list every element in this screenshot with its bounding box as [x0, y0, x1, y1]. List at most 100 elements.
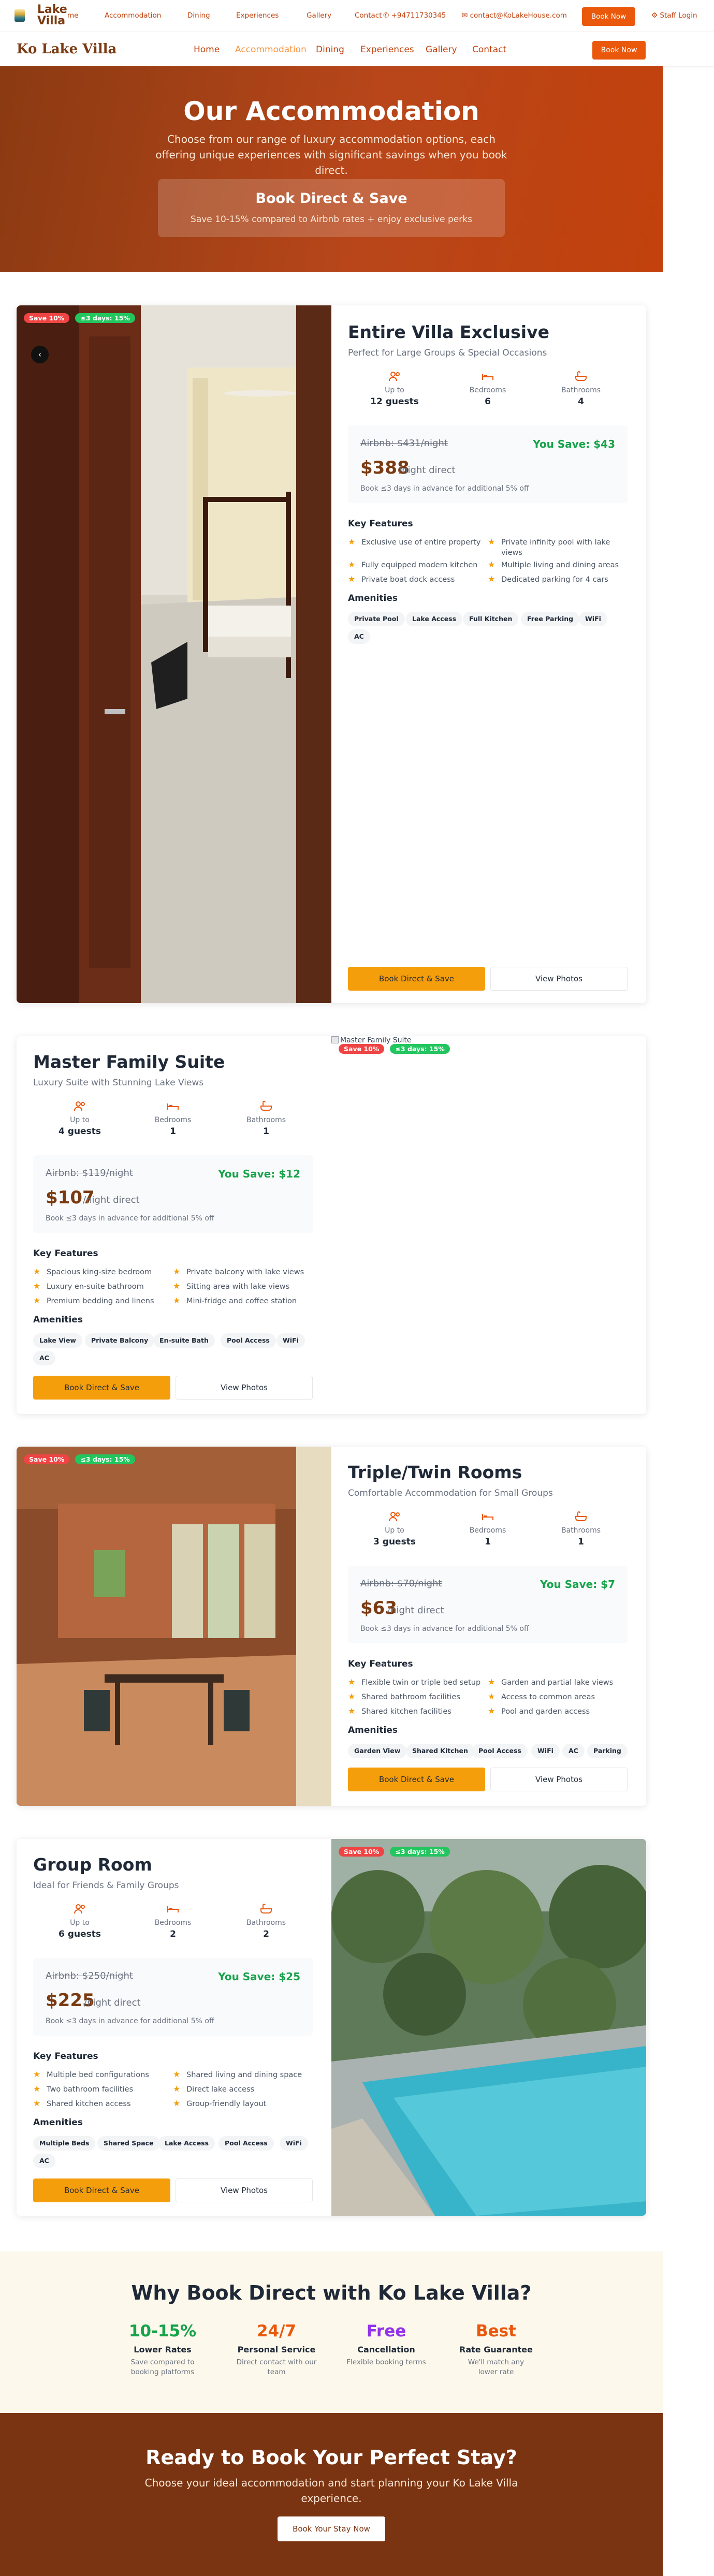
nav-link-dining[interactable]: Dining	[316, 45, 344, 55]
book-direct-button[interactable]: Book Direct & Save	[348, 1768, 485, 1791]
benefit-value: 24/7	[256, 2322, 297, 2341]
view-photos-button[interactable]: View Photos	[490, 1768, 628, 1791]
book-stay-button[interactable]: Book Your Stay Now	[278, 2516, 385, 2541]
book-direct-button[interactable]: Book Direct & Save	[33, 2178, 170, 2202]
bedrooms-stat: Bedrooms 1	[441, 1510, 534, 1547]
discount-badges: Save 10% ≤3 days: 15%	[24, 313, 138, 323]
phone-link[interactable]: ✆ +94711730345	[383, 11, 446, 20]
room-photo[interactable]: Master Family Suite Save 10% ≤3 days: 15…	[331, 1036, 646, 1414]
bedrooms-label: Bedrooms	[469, 1526, 506, 1535]
feature-item: ★ Shared living and dining space	[173, 2069, 302, 2080]
nav-link-experiences[interactable]: Experiences	[360, 45, 414, 55]
savings-amount: You Save: $12	[218, 1168, 300, 1180]
price-box: Airbnb: $70/night You Save: $7 $63 /nigh…	[348, 1566, 628, 1643]
staff-login-link[interactable]: ⚙ Staff Login	[651, 11, 697, 20]
feature-item: ★ Garden and partial lake views	[488, 1677, 614, 1687]
nav-link-contact[interactable]: Contact	[472, 45, 506, 55]
utility-link-contact[interactable]: Contact	[355, 11, 382, 20]
bed-icon	[167, 1906, 179, 1912]
discount-badges: Save 10% ≤3 days: 15%	[24, 1454, 138, 1464]
utility-link-accommodation[interactable]: Accommodation	[105, 11, 161, 20]
bathrooms-label: Bathrooms	[561, 386, 601, 394]
utility-link-home[interactable]: me	[67, 11, 78, 20]
amenity-chip: Shared Space	[97, 2136, 160, 2151]
utility-link-gallery[interactable]: Gallery	[307, 11, 331, 20]
star-icon: ★	[33, 1296, 41, 1305]
advance-note: Book ≤3 days in advance for additional 5…	[46, 1214, 214, 1223]
hero-subtitle: Choose from our range of luxury accommod…	[155, 133, 507, 176]
key-features-heading: Key Features	[348, 519, 413, 529]
benefit-label: Personal Service	[237, 2345, 316, 2354]
nav-link-gallery[interactable]: Gallery	[426, 45, 457, 55]
feature-item: ★ Premium bedding and linens	[33, 1296, 154, 1306]
star-icon: ★	[488, 1691, 496, 1701]
feature-item: ★ Private balcony with lake views	[173, 1267, 304, 1277]
feature-item: ★ Two bathroom facilities	[33, 2084, 134, 2094]
benefit-item: 10-15% Lower Rates Save compared to book…	[116, 2322, 209, 2377]
bed-icon	[167, 1103, 179, 1110]
guests-label: Up to	[385, 1526, 404, 1535]
brand-name[interactable]: Ko Lake Villa	[17, 41, 116, 57]
utility-link-experiences[interactable]: Experiences	[236, 11, 279, 20]
book-direct-banner: Book Direct & Save Save 10-15% compared …	[158, 179, 505, 237]
star-icon: ★	[33, 2069, 41, 2079]
bed-icon	[482, 1514, 493, 1520]
phone-number: +94711730345	[391, 11, 446, 20]
utility-link-dining[interactable]: Dining	[187, 11, 210, 20]
price-unit: /night direct	[83, 1195, 140, 1205]
star-icon: ★	[488, 574, 496, 584]
advance-note: Book ≤3 days in advance for additional 5…	[360, 1625, 529, 1633]
bedrooms-value: 1	[170, 1126, 176, 1137]
nav-link-accommodation[interactable]: Accommodation	[235, 45, 307, 55]
amenity-chip: Shared Kitchen	[406, 1744, 474, 1758]
savings-amount: You Save: $7	[540, 1578, 615, 1591]
feature-item: ★ Sitting area with lake views	[173, 1281, 290, 1291]
view-photos-button[interactable]: View Photos	[176, 1376, 313, 1400]
guests-value: 3 guests	[373, 1537, 416, 1547]
book-direct-button[interactable]: Book Direct & Save	[348, 967, 485, 991]
amenity-chip: Private Pool	[348, 612, 405, 626]
bedrooms-label: Bedrooms	[154, 1116, 192, 1124]
settings-icon: ⚙	[651, 11, 660, 20]
email-link[interactable]: ✉ contact@KoLakeHouse.com	[462, 11, 567, 20]
bathrooms-value: 1	[263, 1126, 269, 1137]
view-photos-button[interactable]: View Photos	[176, 2178, 313, 2202]
feature-item: ★ Dedicated parking for 4 cars	[488, 574, 608, 584]
carousel-prev-icon[interactable]: ‹	[31, 346, 49, 363]
bathrooms-stat: Bathrooms 2	[220, 1902, 313, 1939]
room-stats: Up to 3 guests Bedrooms 1 Bathrooms 1	[348, 1510, 628, 1556]
benefit-text: Direct contact with our team	[236, 2358, 317, 2376]
price-unit: /night direct	[399, 465, 456, 476]
amenities-heading: Amenities	[33, 2117, 83, 2128]
logo[interactable]	[13, 3, 38, 29]
room-subtitle: Perfect for Large Groups & Special Occas…	[348, 348, 547, 358]
save-badge: Save 10%	[24, 1454, 70, 1464]
savings-amount: You Save: $25	[218, 1970, 300, 1983]
advance-badge: ≤3 days: 15%	[75, 1454, 135, 1464]
feature-item: ★ Private boat dock access	[348, 574, 455, 584]
room-photo[interactable]: Save 10% ≤3 days: 15% ‹	[17, 305, 331, 1003]
book-direct-button[interactable]: Book Direct & Save	[33, 1376, 170, 1400]
benefit-item: 24/7 Personal Service Direct contact wit…	[230, 2322, 323, 2377]
guests-stat: Up to 4 guests	[33, 1099, 126, 1137]
view-photos-button[interactable]: View Photos	[490, 967, 628, 991]
bathrooms-stat: Bathrooms 4	[534, 370, 628, 407]
price-box: Airbnb: $431/night You Save: $43 $388 /n…	[348, 425, 628, 503]
amenity-chip: Private Balcony	[85, 1333, 155, 1348]
utility-bar: Lake Villa me Accommodation Dining Exper…	[0, 0, 714, 32]
book-now-top-button[interactable]: Book Now	[582, 7, 635, 26]
book-now-button[interactable]: Book Now	[592, 41, 646, 60]
nav-link-home[interactable]: Home	[194, 45, 220, 55]
bath-icon	[260, 1904, 272, 1913]
amenity-chip: AC	[33, 2154, 55, 2168]
star-icon: ★	[488, 1677, 496, 1687]
room-photo[interactable]: Save 10% ≤3 days: 15%	[17, 1447, 331, 1806]
room-info: Entire Villa Exclusive Perfect for Large…	[348, 322, 628, 995]
star-icon: ★	[33, 1267, 41, 1276]
amenity-chip: Free Parking	[521, 612, 580, 626]
users-icon	[74, 1101, 85, 1111]
amenity-chip: AC	[562, 1744, 585, 1758]
bed-icon	[482, 374, 493, 380]
room-photo[interactable]: Save 10% ≤3 days: 15%	[331, 1839, 646, 2216]
bedrooms-label: Bedrooms	[469, 386, 506, 394]
